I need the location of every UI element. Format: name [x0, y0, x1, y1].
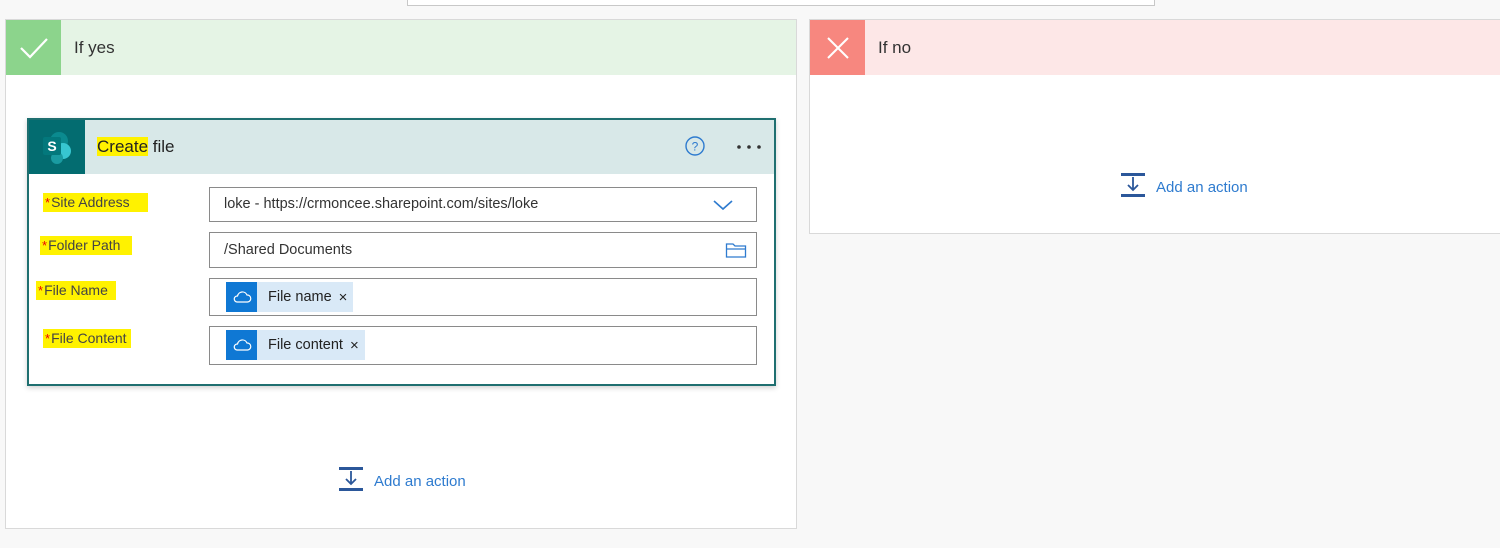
yes-add-action-label: Add an action [374, 473, 466, 490]
more-options-icon[interactable] [733, 136, 765, 163]
yes-add-action-button[interactable]: Add an action [338, 466, 466, 497]
folder-icon[interactable] [725, 241, 747, 264]
create-file-action-card[interactable]: S Create file ? *Site Address loke - htt… [27, 118, 776, 386]
card-title[interactable]: Create file [97, 137, 175, 157]
svg-text:?: ? [692, 140, 699, 154]
card-title-rest: file [148, 137, 175, 156]
file-content-input[interactable]: File content × [209, 326, 757, 365]
file-content-token-remove[interactable]: × [350, 337, 365, 354]
no-add-action-label: Add an action [1156, 179, 1248, 196]
onedrive-cloud-icon [226, 282, 257, 312]
if-no-title: If no [878, 38, 912, 57]
svg-text:S: S [47, 138, 56, 154]
if-no-branch: If no Add an action [809, 19, 1500, 234]
file-name-token-remove[interactable]: × [339, 289, 354, 306]
file-name-label: *File Name [36, 281, 116, 300]
if-yes-title: If yes [74, 38, 115, 57]
file-content-token[interactable]: File content × [226, 330, 365, 360]
file-content-label: *File Content [43, 329, 131, 348]
file-name-token[interactable]: File name × [226, 282, 354, 312]
file-content-token-label: File content [268, 337, 343, 353]
help-icon[interactable]: ? [684, 135, 706, 162]
add-action-icon [338, 466, 364, 497]
folder-path-input[interactable]: /Shared Documents [209, 232, 757, 268]
card-header[interactable]: S Create file ? [29, 120, 774, 174]
if-yes-branch: If yes S Create file ? *Site Address lok… [5, 19, 797, 529]
if-no-header[interactable]: If no [810, 20, 1500, 75]
card-title-highlight: Create [97, 137, 149, 156]
onedrive-cloud-icon [226, 330, 257, 360]
chevron-down-icon[interactable] [712, 197, 734, 218]
file-name-input[interactable]: File name × [209, 278, 757, 316]
site-address-label: *Site Address [43, 193, 148, 212]
checkmark-icon [6, 20, 61, 75]
folder-path-value: /Shared Documents [224, 242, 353, 258]
file-name-token-label: File name [268, 289, 332, 305]
if-yes-header[interactable]: If yes [6, 20, 796, 75]
folder-path-label: *Folder Path [40, 236, 133, 255]
condition-card-bottom-edge [407, 0, 1155, 6]
add-action-icon [1120, 172, 1146, 203]
no-add-action-button[interactable]: Add an action [1120, 172, 1248, 203]
site-address-value: loke - https://crmoncee.sharepoint.com/s… [224, 196, 539, 212]
close-icon [810, 20, 865, 75]
sharepoint-icon: S [29, 120, 85, 174]
site-address-dropdown[interactable]: loke - https://crmoncee.sharepoint.com/s… [209, 187, 757, 222]
